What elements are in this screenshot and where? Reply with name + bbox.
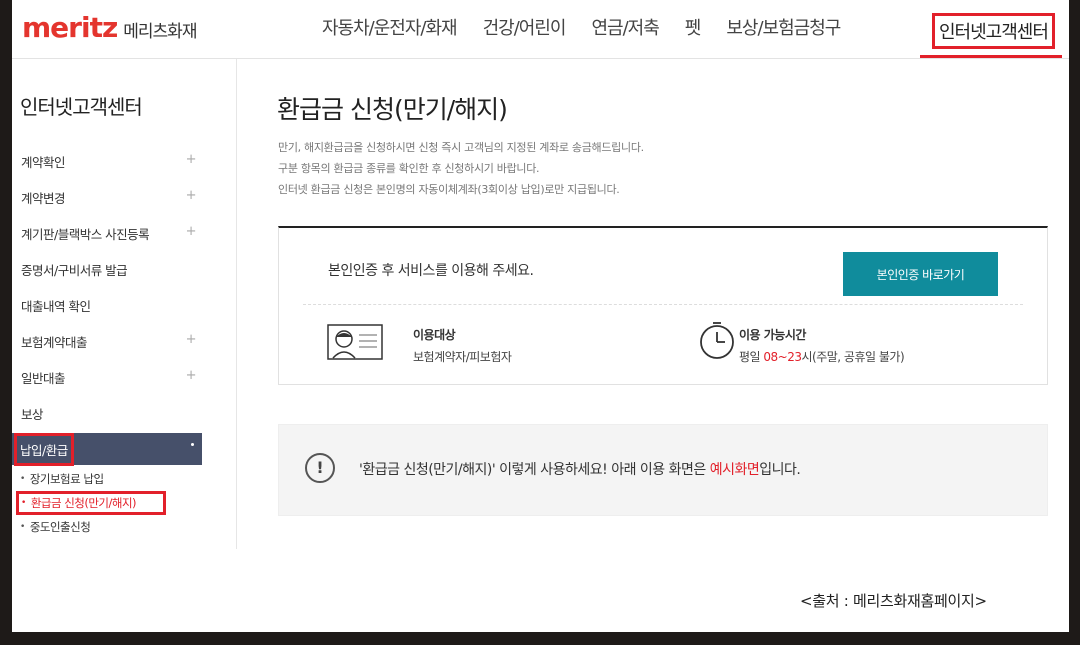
auth-message: 본인인증 후 서비스를 이용해 주세요. bbox=[328, 263, 534, 279]
page-frame: meritz 메리츠화재 자동차/운전자/화재 건강/어린이 연금/저축 펫 보… bbox=[12, 0, 1069, 632]
nav-pet[interactable]: 펫 bbox=[685, 14, 702, 40]
plus-icon: + bbox=[185, 332, 197, 347]
sidebar-menu: 계약확인 + 계약변경 + 계기판/블랙박스 사진등록 + 증명서/구비서류 발급 대… bbox=[12, 143, 202, 466]
sidebar: 인터넷고객센터 계약확인 + 계약변경 + 계기판/블랙박스 사진등록 + 증명서/구… bbox=[12, 59, 237, 549]
notice-example-link[interactable]: 예시화면 bbox=[710, 462, 760, 478]
auth-button[interactable]: 본인인증 바로가기 bbox=[843, 252, 998, 296]
nav-claim[interactable]: 보상/보험금청구 bbox=[726, 14, 841, 40]
sidebar-item-label: 계약변경 bbox=[21, 190, 66, 206]
page-description: 만기, 해지환급금을 신청하시면 신청 즉시 고객님의 지정된 계좌로 송금해드… bbox=[278, 137, 644, 200]
logo[interactable]: meritz 메리츠화재 bbox=[22, 11, 197, 44]
description-line: 인터넷 환급금 신청은 본인명의 자동이체계좌(3회이상 납입)로만 지급됩니다… bbox=[278, 183, 620, 196]
sidebar-item-label: 계기판/블랙박스 사진등록 bbox=[21, 226, 150, 242]
time-hours: 08~23 bbox=[763, 350, 802, 364]
sidebar-item-label: 보상 bbox=[21, 406, 44, 422]
notice-panel: ! '환급금 신청(만기/해지)' 이렇게 사용하세요! 아래 이용 화면은 예… bbox=[278, 424, 1048, 516]
nav-pension[interactable]: 연금/저축 bbox=[591, 14, 659, 40]
source-caption: <출처 : 메리츠화재홈페이지> bbox=[800, 592, 987, 610]
auth-panel: 본인인증 후 서비스를 이용해 주세요. 본인인증 바로가기 이용대상 보험계약… bbox=[278, 226, 1048, 385]
time-suffix: 시(주말, 공휴일 불가) bbox=[801, 350, 905, 364]
sidebar-item-photo-register[interactable]: 계기판/블랙박스 사진등록 + bbox=[12, 215, 202, 251]
sidebar-item-certificate[interactable]: 증명서/구비서류 발급 bbox=[12, 251, 202, 287]
id-card-icon bbox=[327, 324, 383, 360]
description-line: 구분 항목의 환급금 종류를 확인한 후 신청하시기 바랍니다. bbox=[278, 162, 540, 175]
sidebar-item-label: 증명서/구비서류 발급 bbox=[21, 262, 128, 278]
time-value: 평일 08~23시(주말, 공휴일 불가) bbox=[739, 348, 905, 365]
bullet-icon: • bbox=[21, 498, 26, 508]
target-label: 이용대상 bbox=[413, 328, 456, 342]
sidebar-submenu: • 장기보험료 납입 • 환급금 신청(만기/해지) • 중도인출신청 bbox=[16, 467, 166, 539]
sidebar-title: 인터넷고객센터 bbox=[20, 95, 143, 119]
logo-sub: 메리츠화재 bbox=[123, 22, 197, 42]
bullet-icon: • bbox=[20, 522, 25, 532]
main-nav: 자동차/운전자/화재 건강/어린이 연금/저축 펫 보상/보험금청구 인터넷고객… bbox=[322, 13, 1055, 49]
logo-brand: meritz bbox=[22, 11, 118, 44]
header: meritz 메리츠화재 자동차/운전자/화재 건강/어린이 연금/저축 펫 보… bbox=[12, 0, 1069, 59]
sidebar-item-policy-loan[interactable]: 보험계약대출 + bbox=[12, 323, 202, 359]
time-prefix: 평일 bbox=[739, 350, 764, 364]
submenu-item-label: 환급금 신청(만기/해지) bbox=[30, 496, 137, 510]
description-line: 만기, 해지환급금을 신청하시면 신청 즉시 고객님의 지정된 계좌로 송금해드… bbox=[278, 141, 644, 154]
sidebar-item-contract-check[interactable]: 계약확인 + bbox=[12, 143, 202, 179]
plus-icon: + bbox=[185, 224, 197, 239]
sidebar-item-loan-history[interactable]: 대출내역 확인 bbox=[12, 287, 202, 323]
submenu-item-premium-payment[interactable]: • 장기보험료 납입 bbox=[20, 467, 166, 491]
exclamation-icon: ! bbox=[305, 453, 335, 483]
sidebar-item-contract-change[interactable]: 계약변경 + bbox=[12, 179, 202, 215]
dot-icon bbox=[191, 443, 194, 446]
sidebar-item-label: 보험계약대출 bbox=[21, 334, 88, 350]
sidebar-item-label: 일반대출 bbox=[21, 370, 66, 386]
nav-health[interactable]: 건강/어린이 bbox=[483, 14, 567, 40]
notice-text: '환급금 신청(만기/해지)' 이렇게 사용하세요! 아래 이용 화면은 예시화… bbox=[359, 459, 801, 479]
sidebar-item-general-loan[interactable]: 일반대출 + bbox=[12, 359, 202, 395]
submenu-item-withdrawal[interactable]: • 중도인출신청 bbox=[20, 515, 166, 539]
sidebar-item-label: 납입/환급 bbox=[14, 432, 74, 466]
submenu-item-label: 중도인출신청 bbox=[29, 520, 91, 534]
notice-suffix: 입니다. bbox=[759, 462, 801, 478]
clock-icon bbox=[700, 322, 734, 359]
page-title: 환급금 신청(만기/해지) bbox=[277, 95, 508, 124]
nav-customer-center[interactable]: 인터넷고객센터 bbox=[932, 13, 1055, 49]
sidebar-item-label: 계약확인 bbox=[21, 154, 66, 170]
plus-icon: + bbox=[185, 188, 197, 203]
bullet-icon: • bbox=[20, 474, 25, 484]
submenu-item-label: 장기보험료 납입 bbox=[29, 472, 104, 486]
plus-icon: + bbox=[185, 368, 197, 383]
notice-prefix: '환급금 신청(만기/해지)' 이렇게 사용하세요! 아래 이용 화면은 bbox=[359, 462, 710, 478]
plus-icon: + bbox=[185, 152, 197, 167]
target-value: 보험계약자/피보험자 bbox=[413, 350, 512, 364]
submenu-item-refund-request[interactable]: • 환급금 신청(만기/해지) bbox=[16, 491, 166, 515]
divider bbox=[303, 304, 1023, 305]
time-label: 이용 가능시간 bbox=[739, 328, 806, 342]
nav-car[interactable]: 자동차/운전자/화재 bbox=[322, 14, 458, 40]
sidebar-item-payment-refund[interactable]: 납입/환급 bbox=[12, 432, 202, 466]
sidebar-item-label: 대출내역 확인 bbox=[21, 298, 91, 314]
sidebar-item-compensation[interactable]: 보상 bbox=[12, 395, 202, 431]
nav-active-underline bbox=[920, 55, 1062, 58]
